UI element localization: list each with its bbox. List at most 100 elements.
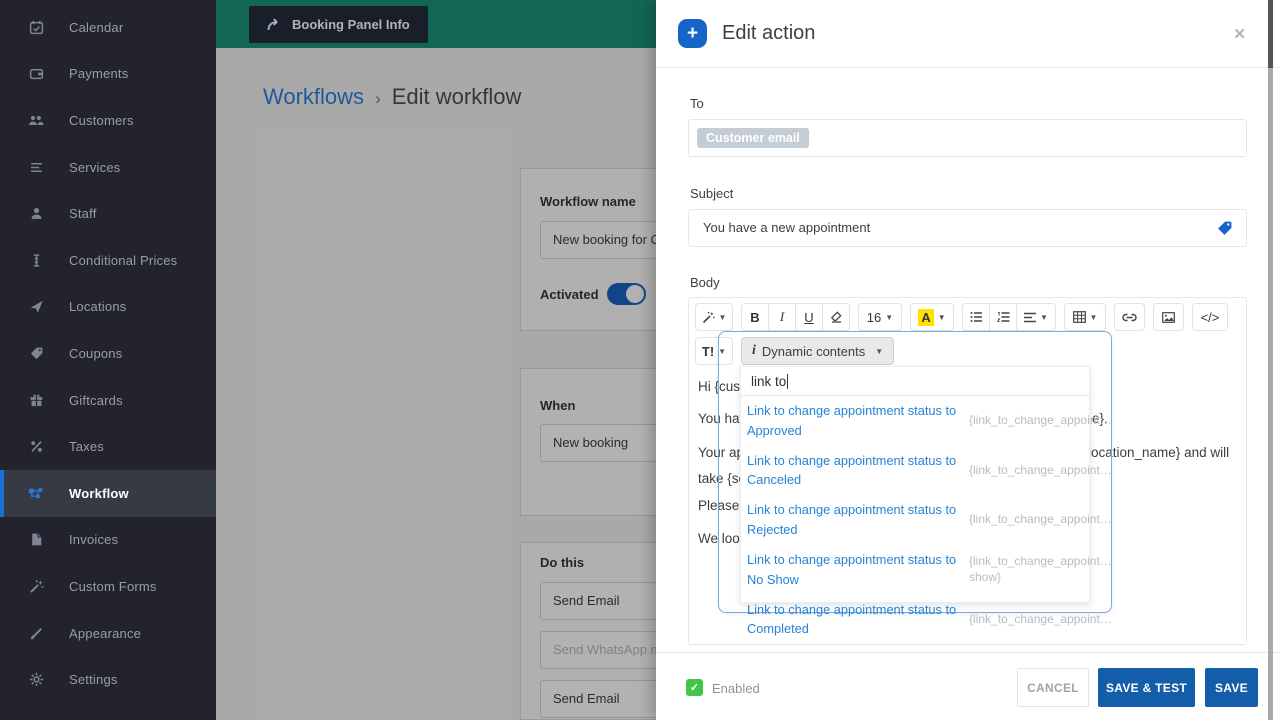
font-size-value: 16 <box>866 309 882 325</box>
inline-style-glyph: T! <box>701 343 715 359</box>
cancel-button[interactable]: CANCEL <box>1017 668 1089 707</box>
italic-button[interactable]: I <box>768 303 796 331</box>
sidebar-item-coupons[interactable]: Coupons <box>0 330 216 377</box>
insert-image-button[interactable] <box>1153 303 1184 331</box>
token-line-2: show} <box>969 569 1002 584</box>
sidebar-item-invoices[interactable]: Invoices <box>0 517 216 564</box>
sidebar-item-workflow[interactable]: Workflow <box>0 469 216 517</box>
invoices-icon <box>28 532 44 548</box>
sidebar-label: Conditional Prices <box>69 252 178 268</box>
chevron-down-icon: ▼ <box>885 312 894 322</box>
chevron-down-icon: ▼ <box>718 312 727 322</box>
dropdown-item-label: Link to change appointment status to App… <box>747 403 957 438</box>
modal-scrollbar-thumb[interactable] <box>1268 0 1273 68</box>
table-dropdown[interactable]: ▼ <box>1064 303 1106 331</box>
link-icon <box>1122 313 1137 321</box>
dynamic-contents-dropdown-button[interactable]: i Dynamic contents ▼ <box>741 337 895 365</box>
modal-scrollbar-track[interactable] <box>1268 0 1273 720</box>
chevron-down-icon: ▼ <box>937 312 946 322</box>
sidebar-item-staff[interactable]: Staff <box>0 190 216 237</box>
dropdown-item-status-rejected[interactable]: Link to change appointment status to Rej… <box>741 495 1112 545</box>
editor-toolbar-row-1: ▼ B I U 16 ▼ A ▼ ▼ ▼ </> <box>695 303 1228 331</box>
edit-action-modal: + Edit action ✕ To Customer email Subjec… <box>656 0 1280 720</box>
dropdown-item-status-no-show[interactable]: Link to change appointment status to No … <box>741 545 1112 595</box>
chevron-down-icon: ▼ <box>875 346 884 356</box>
chevron-down-icon: ▼ <box>1089 312 1098 322</box>
dropdown-item-token: {link_to_change_appoint… <box>969 462 1112 477</box>
insert-link-button[interactable] <box>1114 303 1145 331</box>
body-text-fragment: Hi {cust <box>698 379 744 394</box>
eraser-icon <box>830 311 842 323</box>
to-label: To <box>690 96 704 111</box>
sidebar-item-custom-forms[interactable]: Custom Forms <box>0 563 216 610</box>
dropdown-item-status-approved[interactable]: Link to change appointment status to App… <box>741 396 1112 446</box>
code-view-button[interactable]: </> <box>1192 303 1228 331</box>
sidebar-item-taxes[interactable]: Taxes <box>0 423 216 470</box>
dropdown-item-status-completed[interactable]: Link to change appointment status to Com… <box>741 595 1112 645</box>
to-input[interactable]: Customer email <box>688 119 1247 157</box>
subject-input[interactable]: You have a new appointment <box>688 209 1247 247</box>
body-text-fragment: Your ap <box>698 445 745 460</box>
info-icon: i <box>752 343 756 358</box>
close-icon[interactable]: ✕ <box>1233 25 1246 43</box>
modal-footer: ✓ Enabled CANCEL SAVE & TEST SAVE <box>656 652 1280 720</box>
enabled-label: Enabled <box>712 681 760 696</box>
sidebar-item-calendar[interactable]: Calendar <box>0 4 216 51</box>
align-left-icon <box>1024 312 1037 322</box>
sidebar-label: Customers <box>69 112 134 128</box>
align-dropdown[interactable]: ▼ <box>1016 303 1056 331</box>
bold-button[interactable]: B <box>741 303 769 331</box>
dropdown-item-label: Link to change appointment status to No … <box>747 551 957 587</box>
sidebar-item-settings[interactable]: Settings <box>0 656 216 703</box>
sidebar-item-locations[interactable]: Locations <box>0 284 216 331</box>
unordered-list-button[interactable] <box>962 303 990 331</box>
search-value: link to <box>751 373 787 389</box>
image-icon <box>1162 311 1175 323</box>
coupons-icon <box>28 345 44 361</box>
sidebar-label: Appearance <box>69 625 142 641</box>
text-caret <box>787 373 789 389</box>
dropdown-item-token: {link_to_change_appoint… show} <box>969 554 1112 585</box>
sidebar-item-services[interactable]: Services <box>0 144 216 191</box>
dynamic-contents-dropdown: link to Link to change appointment statu… <box>740 366 1112 636</box>
workflow-icon <box>28 485 44 501</box>
customers-icon <box>28 112 44 128</box>
inline-style-dropdown[interactable]: T! ▼ <box>695 337 733 365</box>
sidebar-item-payments[interactable]: Payments <box>0 51 216 98</box>
text-color-glyph: A <box>918 308 934 326</box>
staff-icon <box>28 206 44 222</box>
ordered-list-button[interactable] <box>989 303 1017 331</box>
body-label: Body <box>690 275 720 290</box>
modal-header: + Edit action ✕ <box>656 0 1280 68</box>
sidebar-label: Services <box>69 159 121 175</box>
text-color-dropdown[interactable]: A ▼ <box>910 303 954 331</box>
save-and-test-button[interactable]: SAVE & TEST <box>1098 668 1195 707</box>
taxes-icon <box>28 439 44 455</box>
editor-toolbar-row-2: T! ▼ i Dynamic contents ▼ <box>695 337 895 365</box>
sidebar-label: Invoices <box>69 532 119 548</box>
sidebar-item-giftcards[interactable]: Giftcards <box>0 377 216 424</box>
save-button[interactable]: SAVE <box>1205 668 1258 707</box>
tag-icon[interactable] <box>1216 220 1233 237</box>
subject-label: Subject <box>690 186 734 201</box>
dynamic-contents-search-input[interactable]: link to <box>741 367 1089 396</box>
customer-email-chip[interactable]: Customer email <box>697 128 809 148</box>
sidebar-label: Staff <box>69 206 97 222</box>
enabled-checkbox[interactable]: ✓ <box>686 679 703 696</box>
chevron-down-icon: ▼ <box>718 346 727 356</box>
underline-button[interactable]: U <box>795 303 823 331</box>
dropdown-item-status-canceled[interactable]: Link to change appointment status to Can… <box>741 446 1112 496</box>
payments-icon <box>28 66 44 82</box>
font-size-dropdown[interactable]: 16 ▼ <box>858 303 902 331</box>
sidebar-label: Locations <box>69 299 127 315</box>
sidebar-item-appearance[interactable]: Appearance <box>0 610 216 657</box>
sidebar-label: Taxes <box>69 439 104 455</box>
sidebar-item-customers[interactable]: Customers <box>0 97 216 144</box>
dropdown-item-token: {link_to_change_appoint… <box>969 512 1112 527</box>
magic-wand-button[interactable]: ▼ <box>695 303 733 331</box>
sidebar-item-conditional-prices[interactable]: Conditional Prices <box>0 237 216 284</box>
plus-glyph: + <box>686 22 699 44</box>
magic-wand-icon <box>702 311 715 323</box>
clear-format-button[interactable] <box>822 303 850 331</box>
body-text-fragment: location_name} and will <box>1088 445 1230 460</box>
